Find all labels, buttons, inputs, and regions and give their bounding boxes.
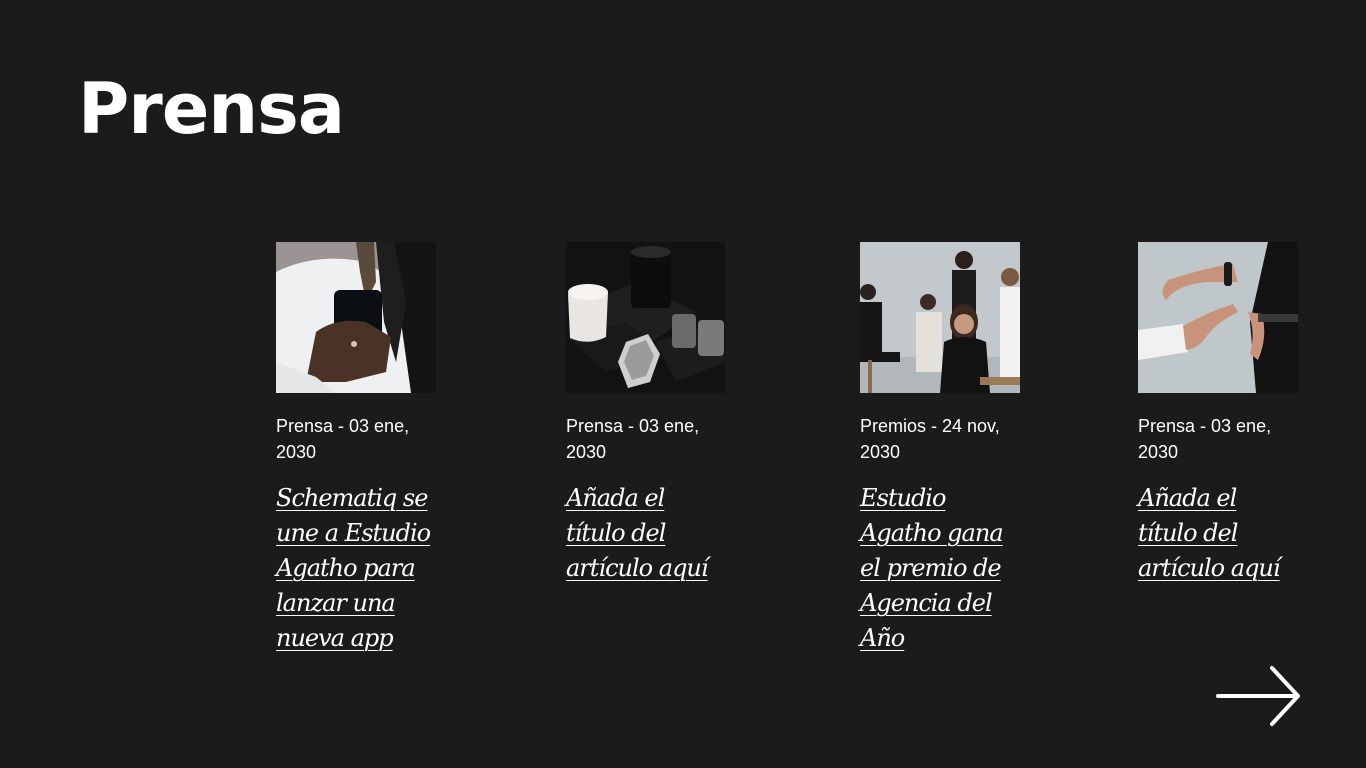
article-image-coffee-cups[interactable] <box>566 242 725 393</box>
article-card: Prensa - 03 ene, 2030 Añada el título de… <box>1138 242 1303 586</box>
article-meta: Prensa - 03 ene, 2030 <box>1138 416 1272 462</box>
press-page: Prensa Prensa - 03 ene, 2030 Schematiq s… <box>0 0 1366 768</box>
article-meta: Prensa - 03 ene, 2030 <box>276 416 410 462</box>
article-image-woman-phone[interactable] <box>276 242 436 393</box>
article-image-group-portrait[interactable] <box>860 242 1020 393</box>
article-meta: Premios - 24 nov, 2030 <box>860 416 1000 462</box>
page-title: Prensa <box>78 68 345 150</box>
article-image-hands-gesture[interactable] <box>1138 242 1298 393</box>
next-button[interactable] <box>1216 664 1302 728</box>
article-title-link[interactable]: Añada el título del artículo aquí <box>1138 481 1298 586</box>
article-title-link[interactable]: Añada el título del artículo aquí <box>566 481 726 586</box>
coffee-cups-image <box>566 242 725 393</box>
article-card: Premios - 24 nov, 2030 Estudio Agatho ga… <box>860 242 1025 656</box>
article-title-link[interactable]: Schematiq se une a Estudio Agatho para l… <box>276 481 438 656</box>
article-title-link[interactable]: Estudio Agatho gana el premio de Agencia… <box>860 481 1010 656</box>
article-meta: Prensa - 03 ene, 2030 <box>566 416 700 462</box>
arrow-right-icon <box>1216 666 1300 726</box>
group-portrait-image <box>860 242 1020 393</box>
article-card: Prensa - 03 ene, 2030 Schematiq se une a… <box>276 242 441 656</box>
hands-gesture-image <box>1138 242 1298 393</box>
article-card: Prensa - 03 ene, 2030 Añada el título de… <box>566 242 731 586</box>
woman-phone-image <box>276 242 436 393</box>
